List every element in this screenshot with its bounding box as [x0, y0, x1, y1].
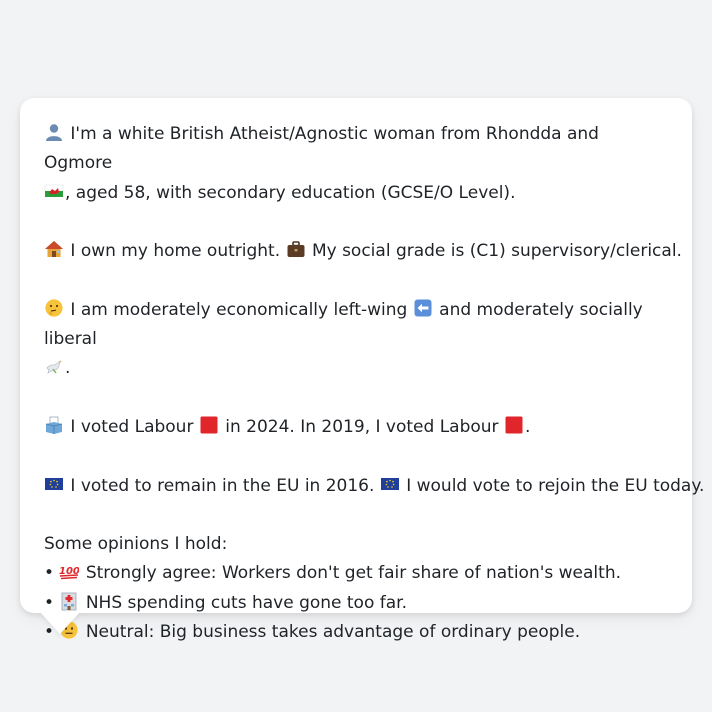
bubble-tail	[40, 612, 80, 634]
opinion-text: Neutral: Big business takes advantage of…	[85, 622, 581, 643]
ballot-box-icon	[44, 415, 64, 435]
briefcase-icon	[286, 239, 306, 259]
politics-paragraph: I am moderately economically left-wing a…	[44, 296, 672, 384]
politics-period: .	[65, 358, 71, 379]
vote-period: .	[524, 416, 531, 437]
vote-2019-text: in 2024. In 2019, I voted Labour	[225, 416, 499, 437]
red-square-icon	[504, 415, 524, 435]
opinion-item: • 100 Strongly agree: Workers don't get …	[44, 559, 672, 588]
opinion-text: Strongly agree: Workers don't get fair s…	[85, 563, 621, 584]
identity-text-cont: , aged 58, with secondary education (GCS…	[65, 182, 516, 203]
bullet: •	[44, 592, 55, 613]
eu-rejoin-text: I would vote to rejoin the EU today.	[406, 475, 705, 496]
identity-text: I'm a white British Atheist/Agnostic wom…	[44, 124, 599, 174]
home-text: I own my home outright.	[70, 241, 281, 262]
social-grade-text: My social grade is (C1) supervisory/cler…	[311, 241, 682, 262]
opinion-item: • NHS spending cuts have gone too far.	[44, 589, 672, 618]
opinions-heading: Some opinions I hold:	[44, 534, 228, 555]
hospital-icon	[59, 591, 79, 611]
bullet: •	[44, 563, 55, 584]
wales-flag-icon	[44, 181, 64, 201]
identity-paragraph: I'm a white British Atheist/Agnostic wom…	[44, 120, 672, 208]
eu-flag-icon	[44, 474, 64, 494]
red-square-icon	[199, 415, 219, 435]
bust-in-silhouette-icon	[44, 122, 64, 142]
hundred-points-icon: 100	[59, 561, 79, 581]
eu-paragraph: I voted to remain in the EU in 2016. I w…	[44, 472, 704, 501]
economic-stance-text: I am moderately economically left-wing	[70, 299, 408, 320]
vote-2024-text: I voted Labour	[70, 416, 194, 437]
eu-2016-text: I voted to remain in the EU in 2016.	[70, 475, 375, 496]
thinking-face-icon	[44, 298, 64, 318]
vote-paragraph: I voted Labour in 2024. In 2019, I voted…	[44, 413, 672, 442]
opinion-text: NHS spending cuts have gone too far.	[85, 592, 408, 613]
opinion-item: • Neutral: Big business takes advantage …	[44, 618, 672, 647]
house-icon	[44, 239, 64, 259]
left-arrow-icon	[413, 298, 433, 318]
eu-flag-icon	[380, 474, 400, 494]
home-paragraph: I own my home outright. My social grade …	[44, 237, 682, 266]
dove-icon	[44, 356, 64, 376]
persona-message-card: I'm a white British Atheist/Agnostic wom…	[20, 98, 704, 642]
